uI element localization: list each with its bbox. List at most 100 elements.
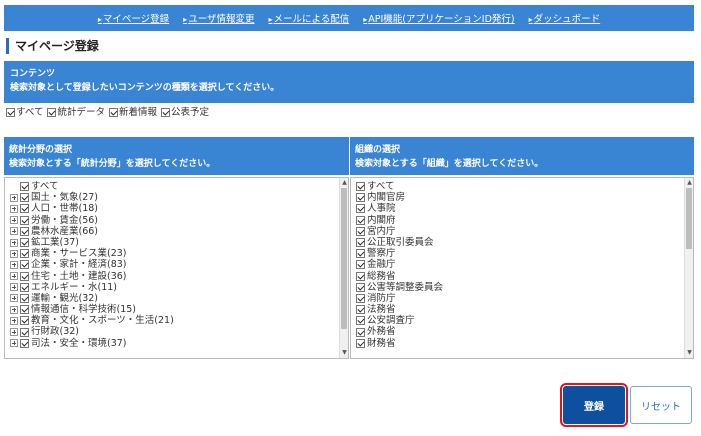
expand-icon[interactable] [10, 249, 18, 258]
checkbox-icon[interactable] [20, 215, 29, 225]
checkbox-icon[interactable] [20, 238, 29, 248]
expand-icon[interactable] [10, 316, 18, 325]
list-item[interactable]: 内閣官房 [356, 192, 693, 203]
checkbox-icon[interactable] [356, 338, 365, 348]
list-item[interactable]: 国土・気象(27) [10, 192, 348, 203]
checkbox-icon[interactable] [356, 260, 365, 270]
content-option-all[interactable]: すべて [6, 104, 43, 118]
scrollbar[interactable]: ▲ ▼ [339, 178, 348, 358]
list-item-label: 財務省 [367, 337, 396, 349]
list-item[interactable]: 総務省 [356, 271, 693, 282]
checkbox-icon[interactable] [20, 249, 29, 259]
content-option-news[interactable]: 新着情報 [108, 104, 157, 118]
checkbox-icon[interactable] [356, 238, 365, 248]
stats-field-list[interactable]: すべて 国土・気象(27) 人口・世帯(18) 労働・賃金(56) 農林水産業(66) 鉱… [4, 177, 349, 359]
list-item[interactable]: 農林水産業(66) [10, 226, 348, 237]
expand-icon[interactable] [10, 216, 18, 225]
register-button[interactable]: 登録 [560, 383, 628, 427]
checkbox-icon[interactable] [20, 193, 29, 203]
nav-link-api[interactable]: ▸API機能(アプリケーションID発行) [363, 11, 514, 25]
checkbox-icon[interactable] [108, 108, 118, 117]
checkbox-icon[interactable] [356, 316, 365, 326]
list-item[interactable]: 労働・賃金(56) [10, 215, 348, 226]
checkbox-icon[interactable] [356, 215, 365, 225]
list-item[interactable]: 住宅・土地・建設(36) [10, 271, 348, 282]
checkbox-icon[interactable] [20, 282, 29, 292]
list-item[interactable]: 企業・家計・経済(83) [10, 259, 348, 270]
checkbox-icon[interactable] [20, 271, 29, 281]
list-item[interactable]: 法務省 [356, 304, 693, 315]
checkbox-icon[interactable] [20, 182, 29, 192]
expand-icon[interactable] [10, 193, 18, 202]
checkbox-icon[interactable] [356, 305, 365, 315]
list-item[interactable]: 宮内庁 [356, 226, 693, 237]
expand-icon[interactable] [10, 204, 18, 213]
list-item[interactable]: 商業・サービス業(23) [10, 248, 348, 259]
list-item[interactable]: 運輸・観光(32) [10, 293, 348, 304]
scrollbar[interactable]: ▲ ▼ [684, 178, 693, 358]
checkbox-icon[interactable] [356, 226, 365, 236]
list-item[interactable]: 公安調査庁 [356, 315, 693, 326]
list-item[interactable]: 公正取引委員会 [356, 237, 693, 248]
checkbox-icon[interactable] [20, 293, 29, 303]
list-item[interactable]: 人口・世帯(18) [10, 203, 348, 214]
nav-link-mypage-register[interactable]: ▸マイページ登録 [98, 11, 169, 25]
list-item[interactable]: 金融庁 [356, 259, 693, 270]
scroll-up-icon[interactable]: ▲ [341, 179, 348, 187]
checkbox-icon[interactable] [356, 204, 365, 214]
expand-icon[interactable] [10, 260, 18, 269]
scroll-thumb[interactable] [341, 188, 347, 329]
scroll-up-icon[interactable]: ▲ [686, 179, 693, 187]
list-item[interactable]: 財務省 [356, 338, 693, 349]
checkbox-icon[interactable] [20, 226, 29, 236]
list-item[interactable]: 内閣府 [356, 215, 693, 226]
checkbox-icon[interactable] [356, 327, 365, 337]
checkbox-icon[interactable] [20, 338, 29, 348]
list-item[interactable]: すべて [10, 181, 348, 192]
expand-icon[interactable] [10, 272, 18, 281]
list-item[interactable]: 外務省 [356, 326, 693, 337]
expand-icon[interactable] [10, 294, 18, 303]
content-option-stats-data[interactable]: 統計データ [47, 104, 105, 118]
checkbox-icon[interactable] [20, 327, 29, 337]
checkbox-icon[interactable] [20, 316, 29, 326]
checkbox-icon[interactable] [6, 108, 15, 117]
reset-button[interactable]: リセット [630, 386, 692, 424]
checkbox-icon[interactable] [356, 293, 365, 303]
organization-list[interactable]: すべて 内閣官房 人事院 内閣府 宮内庁 公正取引委員会 警察庁 金融庁 総務省 公害等調整委員会… [350, 177, 694, 359]
checkbox-icon[interactable] [356, 249, 365, 259]
nav-link-dashboard[interactable]: ▸ダッシュボード [529, 11, 601, 25]
nav-link-mail-delivery[interactable]: ▸メールによる配信 [269, 11, 350, 25]
expand-icon[interactable] [10, 283, 18, 292]
checkbox-icon[interactable] [20, 305, 29, 315]
list-item[interactable]: 警察庁 [356, 248, 693, 259]
checkbox-icon[interactable] [356, 193, 365, 203]
expand-icon[interactable] [10, 238, 18, 247]
list-item[interactable]: 情報通信・科学技術(15) [10, 304, 348, 315]
list-item[interactable]: 消防庁 [356, 293, 693, 304]
list-item[interactable]: 人事院 [356, 203, 693, 214]
list-item[interactable]: 教育・文化・スポーツ・生活(21) [10, 315, 348, 326]
list-item[interactable]: 鉱工業(37) [10, 237, 348, 248]
list-item[interactable]: 公害等調整委員会 [356, 282, 693, 293]
checkbox-icon[interactable] [356, 271, 365, 281]
list-item[interactable]: エネルギー・水(11) [10, 282, 348, 293]
scroll-down-icon[interactable]: ▼ [341, 349, 348, 357]
content-option-schedule[interactable]: 公表予定 [161, 104, 209, 118]
expand-icon[interactable] [10, 328, 18, 337]
checkbox-icon[interactable] [20, 204, 29, 214]
checkbox-icon[interactable] [356, 182, 365, 192]
nav-link-user-info[interactable]: ▸ユーザ情報変更 [183, 11, 254, 25]
expand-icon[interactable] [10, 339, 18, 348]
checkbox-icon[interactable] [161, 108, 170, 117]
scroll-down-icon[interactable]: ▼ [686, 349, 693, 357]
scroll-thumb[interactable] [686, 188, 692, 249]
expand-icon[interactable] [10, 305, 18, 314]
checkbox-icon[interactable] [47, 108, 57, 117]
list-item[interactable]: すべて [356, 181, 693, 192]
checkbox-icon[interactable] [20, 260, 29, 270]
expand-icon[interactable] [10, 227, 18, 236]
checkbox-icon[interactable] [356, 282, 365, 292]
list-item[interactable]: 司法・安全・環境(37) [10, 338, 348, 349]
list-item[interactable]: 行財政(32) [10, 326, 348, 337]
